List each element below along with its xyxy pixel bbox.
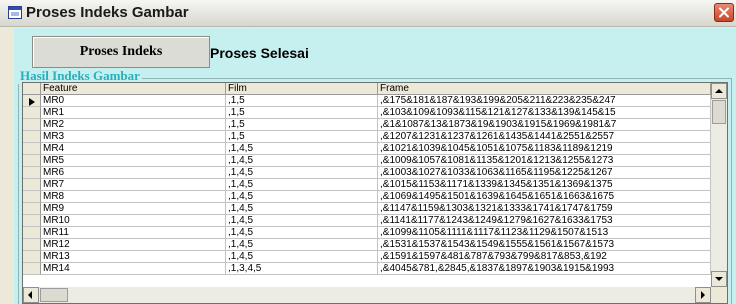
grid-cell-feature[interactable]: MR0 (41, 95, 226, 107)
grid-cell-film[interactable]: ,1,5 (226, 119, 378, 131)
scroll-right-icon (701, 291, 705, 299)
grid-cell-frame[interactable]: ,&1&1087&13&1873&19&1903&1915&1969&1981&… (378, 119, 711, 131)
grid-cell-feature[interactable]: MR10 (41, 215, 226, 227)
grid-cell-film[interactable]: ,1,4,5 (226, 143, 378, 155)
grid-cell-film[interactable]: ,1,5 (226, 107, 378, 119)
row-selector[interactable] (23, 179, 41, 191)
column-header-frame[interactable]: Frame (378, 83, 711, 95)
grid-cell-film[interactable]: ,1,4,5 (226, 227, 378, 239)
grid-cell-feature[interactable]: MR8 (41, 191, 226, 203)
vertical-scrollbar[interactable] (711, 83, 727, 287)
row-selector[interactable] (23, 119, 41, 131)
grid-cell-frame[interactable]: ,&175&181&187&193&199&205&211&223&235&24… (378, 95, 711, 107)
scroll-left-icon (28, 291, 32, 299)
vertical-scroll-thumb[interactable] (712, 100, 726, 124)
row-selector[interactable] (23, 131, 41, 143)
grid-cell-feature[interactable]: MR1 (41, 107, 226, 119)
status-label: Proses Selesai (210, 45, 309, 61)
row-selector[interactable] (23, 155, 41, 167)
window-app-icon (8, 6, 22, 19)
grid-cell-frame[interactable]: ,&4045&781,&2845,&1837&1897&1903&1915&19… (378, 263, 711, 275)
grid-cell-feature[interactable]: MR6 (41, 167, 226, 179)
row-selector[interactable] (23, 203, 41, 215)
close-button[interactable] (714, 3, 734, 22)
grid-cell-frame[interactable]: ,&1003&1027&1033&1063&1165&1195&1225&126… (378, 167, 711, 179)
scroll-up-icon (715, 89, 723, 93)
grid-cell-film[interactable]: ,1,5 (226, 131, 378, 143)
row-selector[interactable] (23, 191, 41, 203)
grid-cell-film[interactable]: ,1,4,5 (226, 155, 378, 167)
grid-cell-feature[interactable]: MR7 (41, 179, 226, 191)
grid-cell-frame[interactable]: ,&1015&1153&1171&1339&1345&1351&1369&137… (378, 179, 711, 191)
row-selector[interactable] (23, 263, 41, 275)
scroll-down-icon (715, 277, 723, 281)
close-icon (719, 7, 729, 18)
window-title: Proses Indeks Gambar (26, 4, 189, 21)
grid-cell-film[interactable]: ,1,4,5 (226, 239, 378, 251)
index-result-grid[interactable]: Feature Film Frame MR0,1,5 ,&175&181&187&193… (22, 82, 728, 304)
column-header-film[interactable]: Film (226, 83, 378, 95)
grid-cell-film[interactable]: ,1,4,5 (226, 203, 378, 215)
grid-cell-frame[interactable]: ,&1099&1105&1111&1117&1123&1129&1507&151… (378, 227, 711, 239)
grid-cell-frame[interactable]: ,&1141&1177&1243&1249&1279&1627&1633&175… (378, 215, 711, 227)
horizontal-scroll-thumb[interactable] (40, 288, 68, 302)
grid-corner-header (23, 83, 41, 95)
grid-cell-frame[interactable]: ,&1591&1597&481&787&793&799&817&853,&192 (378, 251, 711, 263)
grid-cell-frame[interactable]: ,&1069&1495&1501&1639&1645&1651&1663&167… (378, 191, 711, 203)
grid-cell-frame[interactable]: ,&1147&1159&1303&1321&1333&1741&1747&175… (378, 203, 711, 215)
grid-cell-feature[interactable]: MR11 (41, 227, 226, 239)
main-panel: Proses Indeks Proses Selesai Hasil Indek… (14, 28, 736, 304)
current-row-pointer-icon (29, 98, 35, 106)
column-header-feature[interactable]: Feature (41, 83, 226, 95)
grid-cell-feature[interactable]: MR3 (41, 131, 226, 143)
grid-cell-film[interactable]: ,1,4,5 (226, 179, 378, 191)
scrollbar-corner (711, 287, 727, 303)
grid-cell-frame[interactable]: ,&1531&1537&1543&1549&1555&1561&1567&157… (378, 239, 711, 251)
grid-cell-feature[interactable]: MR12 (41, 239, 226, 251)
proses-indeks-button[interactable]: Proses Indeks (32, 36, 210, 68)
grid-cell-film[interactable]: ,1,4,5 (226, 215, 378, 227)
grid-cell-feature[interactable]: MR14 (41, 263, 226, 275)
row-selector[interactable] (23, 143, 41, 155)
row-selector[interactable] (23, 95, 41, 107)
row-selector[interactable] (23, 215, 41, 227)
row-selector[interactable] (23, 167, 41, 179)
title-bar[interactable]: Proses Indeks Gambar (0, 0, 736, 27)
row-selector[interactable] (23, 239, 41, 251)
grid-cell-frame[interactable]: ,&103&109&1093&115&121&127&133&139&145&1… (378, 107, 711, 119)
scroll-left-button[interactable] (23, 287, 39, 303)
grid-cell-film[interactable]: ,1,5 (226, 95, 378, 107)
scroll-right-button[interactable] (695, 287, 711, 303)
row-selector[interactable] (23, 107, 41, 119)
row-selector[interactable] (23, 227, 41, 239)
grid-cell-feature[interactable]: MR2 (41, 119, 226, 131)
scroll-up-button[interactable] (711, 83, 727, 99)
scroll-down-button[interactable] (711, 271, 727, 287)
grid-cell-feature[interactable]: MR5 (41, 155, 226, 167)
grid-cell-feature[interactable]: MR4 (41, 143, 226, 155)
grid-cell-feature[interactable]: MR13 (41, 251, 226, 263)
grid-cell-frame[interactable]: ,&1009&1057&1081&1135&1201&1213&1255&127… (378, 155, 711, 167)
grid-cell-frame[interactable]: ,&1207&1231&1237&1261&1435&1441&2551&255… (378, 131, 711, 143)
grid-cell-film[interactable]: ,1,3,4,5 (226, 263, 378, 275)
window: Proses Indeks Gambar Proses Indeks Prose… (0, 0, 736, 304)
row-selector[interactable] (23, 251, 41, 263)
grid-cell-frame[interactable]: ,&1021&1039&1045&1051&1075&1183&1189&121… (378, 143, 711, 155)
grid-cell-film[interactable]: ,1,4,5 (226, 191, 378, 203)
horizontal-scrollbar[interactable] (23, 287, 711, 303)
grid-cell-film[interactable]: ,1,4,5 (226, 251, 378, 263)
grid-cell-feature[interactable]: MR9 (41, 203, 226, 215)
grid-cell-film[interactable]: ,1,4,5 (226, 167, 378, 179)
